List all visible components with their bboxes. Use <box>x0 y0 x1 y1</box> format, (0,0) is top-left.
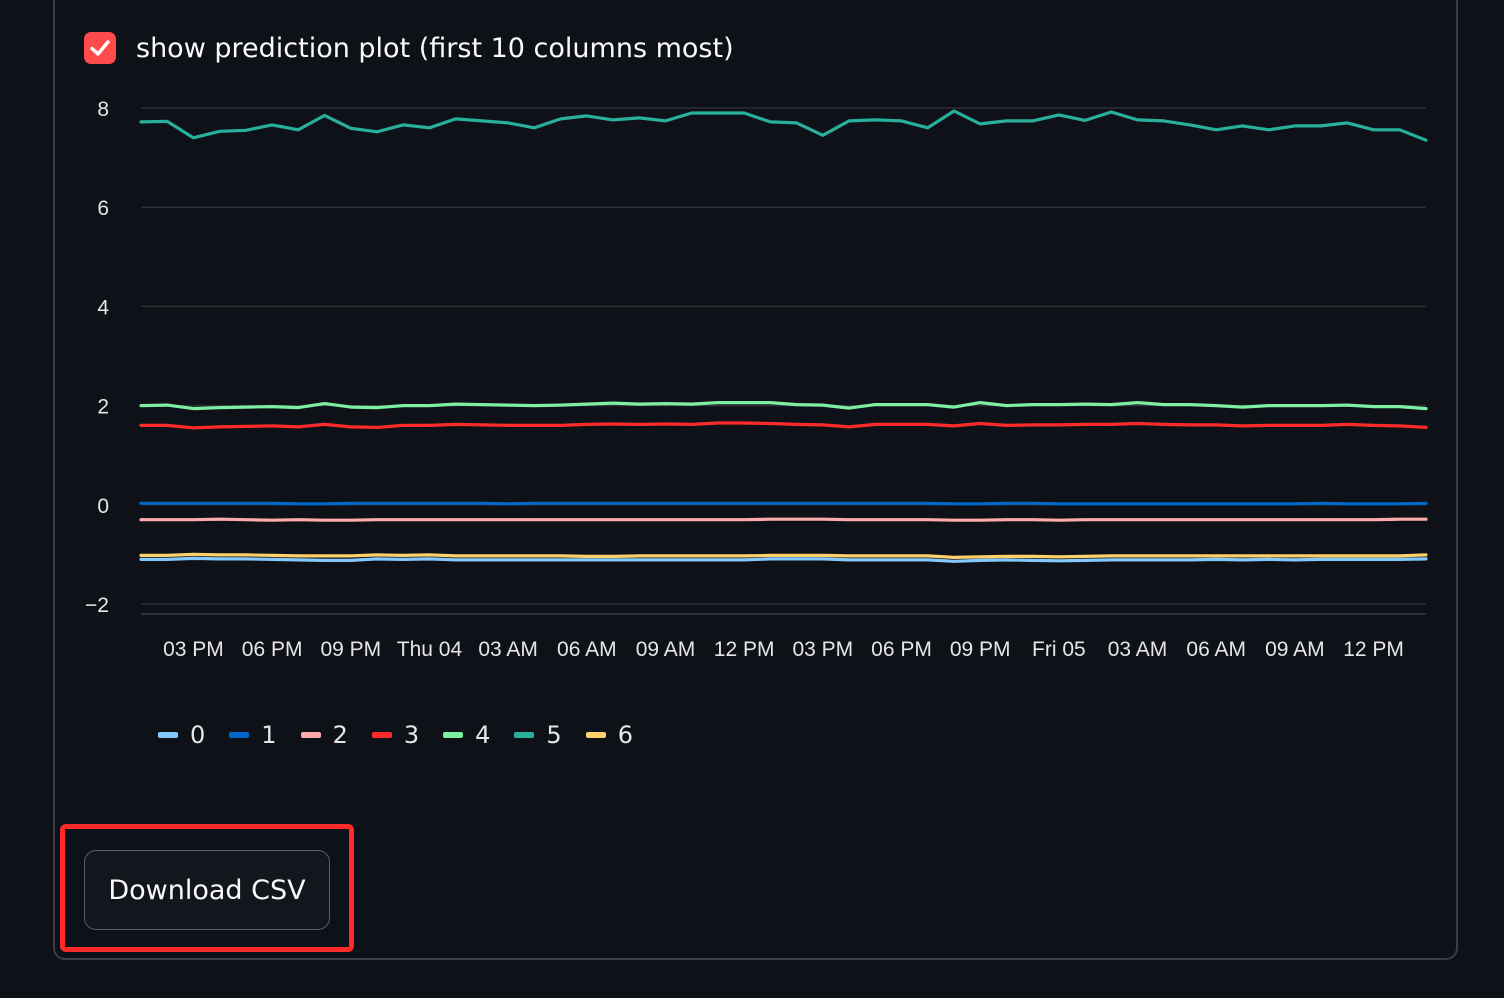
legend-swatch <box>443 732 464 738</box>
legend-label: 1 <box>261 721 277 749</box>
legend-swatch <box>585 732 606 738</box>
legend-swatch <box>371 732 392 738</box>
legend-label: 3 <box>403 721 420 749</box>
x-tick-label: 06 PM <box>242 638 303 661</box>
x-tick-label: 12 PM <box>714 638 775 661</box>
x-tick-label: 03 AM <box>1108 638 1168 661</box>
legend-label: 0 <box>190 721 206 749</box>
legend-swatch <box>158 732 178 738</box>
y-tick-label: 6 <box>97 197 109 220</box>
legend-label: 4 <box>475 721 491 749</box>
legend-item[interactable]: 1 <box>229 721 277 749</box>
x-tick-label: 06 AM <box>557 638 617 661</box>
x-tick-label: 09 AM <box>636 638 696 661</box>
legend-item[interactable]: 5 <box>514 721 562 749</box>
y-tick-label: 4 <box>97 296 109 319</box>
prediction-line-chart: 8 6 4 2 0 −2 03 PM 06 PM 09 PM Thu 04 03 AM 06 AM 09… <box>85 98 1428 661</box>
legend-item[interactable]: 6 <box>585 721 633 749</box>
x-tick-label: 09 AM <box>1265 638 1325 661</box>
legend-swatch <box>229 732 250 738</box>
legend-label: 6 <box>617 721 633 749</box>
legend-swatch <box>300 732 321 738</box>
series-line-5 <box>139 109 1428 142</box>
x-tick-label: 03 AM <box>478 638 538 661</box>
x-tick-label: Thu 04 <box>397 638 463 661</box>
legend-swatch <box>514 732 535 738</box>
x-tick-label: 03 PM <box>163 638 224 661</box>
legend-item[interactable]: 0 <box>158 721 205 749</box>
y-tick-label: 0 <box>97 495 109 518</box>
y-tick-label: −2 <box>85 594 109 617</box>
x-tick-label: 09 PM <box>320 638 381 661</box>
legend-label: 5 <box>546 721 562 749</box>
legend-item[interactable]: 2 <box>300 721 348 749</box>
legend-item[interactable]: 4 <box>443 721 490 749</box>
chart-legend: 0 1 2 3 4 5 6 <box>158 716 657 754</box>
series-line-3 <box>139 421 1428 430</box>
series-line-6 <box>139 552 1428 560</box>
series-line-1 <box>139 501 1428 506</box>
series-line-2 <box>139 517 1428 522</box>
legend-label: 2 <box>332 721 348 749</box>
x-tick-label: 06 AM <box>1186 638 1246 661</box>
x-tick-label: 12 PM <box>1343 638 1404 661</box>
y-tick-label: 2 <box>97 396 109 419</box>
x-tick-label: Fri 05 <box>1032 638 1086 661</box>
x-tick-label: 09 PM <box>950 638 1011 661</box>
legend-item[interactable]: 3 <box>371 721 420 749</box>
y-tick-label: 8 <box>97 98 109 121</box>
x-tick-label: 03 PM <box>792 638 853 661</box>
series-line-0 <box>139 556 1428 563</box>
download-csv-button[interactable]: Download CSV <box>84 850 330 930</box>
x-tick-label: 06 PM <box>871 638 932 661</box>
